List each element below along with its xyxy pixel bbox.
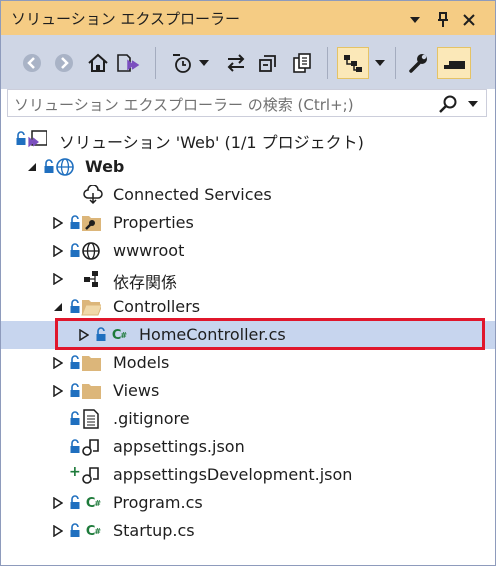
- search-controls: [438, 93, 478, 115]
- tree-item-label: wwwroot: [113, 241, 185, 260]
- tree-item-label: Startup.cs: [113, 521, 195, 540]
- globe-icon: [81, 241, 101, 261]
- lock-icon: [70, 243, 80, 257]
- auto-hide-toggle-icon[interactable]: [437, 47, 471, 79]
- pending-changes-filter-icon[interactable]: [169, 47, 195, 79]
- filter-dropdown-icon[interactable]: [197, 47, 211, 79]
- search-box[interactable]: ソリューション エクスプローラー の検索 (Ctrl+;): [7, 89, 487, 117]
- collapsed-arrow-icon[interactable]: [51, 384, 65, 398]
- collapsed-arrow-icon[interactable]: [51, 356, 65, 370]
- forward-icon[interactable]: [51, 47, 77, 79]
- tree-item-program[interactable]: C # Program.cs: [1, 489, 495, 517]
- search-options-dropdown-icon[interactable]: [468, 101, 478, 107]
- close-icon[interactable]: [459, 10, 479, 30]
- lock-icon: [70, 355, 80, 369]
- json-file-icon: [81, 437, 101, 457]
- tree-item-label: Views: [113, 381, 160, 400]
- tree-item-properties[interactable]: Properties: [1, 209, 495, 237]
- tree-item-label: Connected Services: [113, 185, 272, 204]
- solution-icon: [27, 129, 47, 149]
- highlight-annotation-box: [55, 318, 485, 350]
- tree-item-label: appsettings.json: [113, 437, 245, 456]
- properties-wrench-icon[interactable]: [405, 47, 431, 79]
- window-title: ソリューション エクスプローラー: [11, 10, 241, 28]
- tree-item-appsettings[interactable]: appsettings.json: [1, 433, 495, 461]
- added-plus-icon: +: [69, 464, 81, 480]
- lock-icon: [70, 299, 80, 313]
- tree-item-label: 依存関係: [113, 273, 178, 292]
- tree-item-label: appsettingsDevelopment.json: [113, 465, 353, 484]
- tree-item-wwwroot[interactable]: wwwroot: [1, 237, 495, 265]
- folder-icon: [81, 353, 101, 373]
- connected-services-icon: [83, 185, 103, 205]
- csharp-file-icon: C #: [85, 523, 101, 539]
- tree-item-views[interactable]: Views: [1, 377, 495, 405]
- search-input[interactable]: ソリューション エクスプローラー の検索 (Ctrl+;): [14, 94, 354, 115]
- expanded-arrow-icon[interactable]: [25, 160, 39, 174]
- lock-icon: [70, 439, 80, 453]
- tree-item-gitignore[interactable]: .gitignore: [1, 405, 495, 433]
- home-icon[interactable]: [85, 47, 111, 79]
- tree-item-label: Web: [85, 157, 125, 176]
- csharp-file-icon: C #: [85, 495, 101, 511]
- search-icon[interactable]: [438, 94, 458, 114]
- toolbar-separator: [327, 47, 328, 79]
- preview-selected-items-icon[interactable]: [337, 47, 369, 79]
- toolbar-separator: [395, 47, 396, 79]
- tree-item-appsettings-development[interactable]: + appsettingsDevelopment.json: [1, 461, 495, 489]
- tree-item-label: Program.cs: [113, 493, 203, 512]
- toolbar: [1, 35, 495, 89]
- tree-item-models[interactable]: Models: [1, 349, 495, 377]
- lock-icon: [44, 159, 54, 173]
- preview-dropdown-icon[interactable]: [373, 47, 387, 79]
- collapsed-arrow-icon[interactable]: [51, 524, 65, 538]
- title-bar: ソリューション エクスプローラー: [1, 1, 495, 35]
- open-folder-icon: [81, 297, 101, 317]
- collapsed-arrow-icon[interactable]: [51, 216, 65, 230]
- tree-item-solution[interactable]: ソリューション 'Web' (1/1 プロジェクト): [1, 125, 495, 153]
- window-menu-dropdown-icon[interactable]: [405, 10, 425, 30]
- lock-icon: [70, 383, 80, 397]
- tree-item-connected-services[interactable]: Connected Services: [1, 181, 495, 209]
- web-project-globe-icon: [55, 157, 75, 177]
- lock-icon: [70, 411, 80, 425]
- pin-icon[interactable]: [433, 10, 453, 30]
- toolbar-separator: [155, 47, 156, 79]
- switch-views-icon[interactable]: [115, 47, 141, 79]
- back-icon[interactable]: [19, 47, 45, 79]
- solution-explorer-window: ソリューション エクスプローラー ソリューション エクスプローラー の検索 (C…: [0, 0, 496, 566]
- dependencies-icon: [81, 269, 101, 289]
- lock-icon: [70, 495, 80, 509]
- show-all-files-icon[interactable]: [289, 47, 315, 79]
- tree-item-label: Properties: [113, 213, 194, 232]
- tree-item-label: Controllers: [113, 297, 201, 316]
- expanded-arrow-icon[interactable]: [51, 300, 65, 314]
- text-file-icon: [81, 409, 101, 429]
- folder-icon: [81, 381, 101, 401]
- tree-item-project[interactable]: Web: [1, 153, 495, 181]
- tree-item-controllers[interactable]: Controllers: [1, 293, 495, 321]
- tree-item-label: .gitignore: [113, 409, 190, 428]
- properties-folder-icon: [81, 213, 101, 233]
- tree-item-label: ソリューション 'Web' (1/1 プロジェクト): [59, 133, 364, 152]
- json-file-icon: [81, 465, 101, 485]
- collapse-all-icon[interactable]: [255, 47, 281, 79]
- tree-item-dependencies[interactable]: 依存関係: [1, 265, 495, 293]
- sync-active-document-icon[interactable]: [223, 47, 249, 79]
- collapsed-arrow-icon[interactable]: [51, 244, 65, 258]
- collapsed-arrow-icon[interactable]: [51, 272, 65, 286]
- lock-icon: [70, 523, 80, 537]
- tree-item-label: Models: [113, 353, 170, 372]
- lock-icon: [70, 215, 80, 229]
- tree-item-startup[interactable]: C # Startup.cs: [1, 517, 495, 545]
- collapsed-arrow-icon[interactable]: [51, 496, 65, 510]
- lock-icon: [16, 131, 26, 145]
